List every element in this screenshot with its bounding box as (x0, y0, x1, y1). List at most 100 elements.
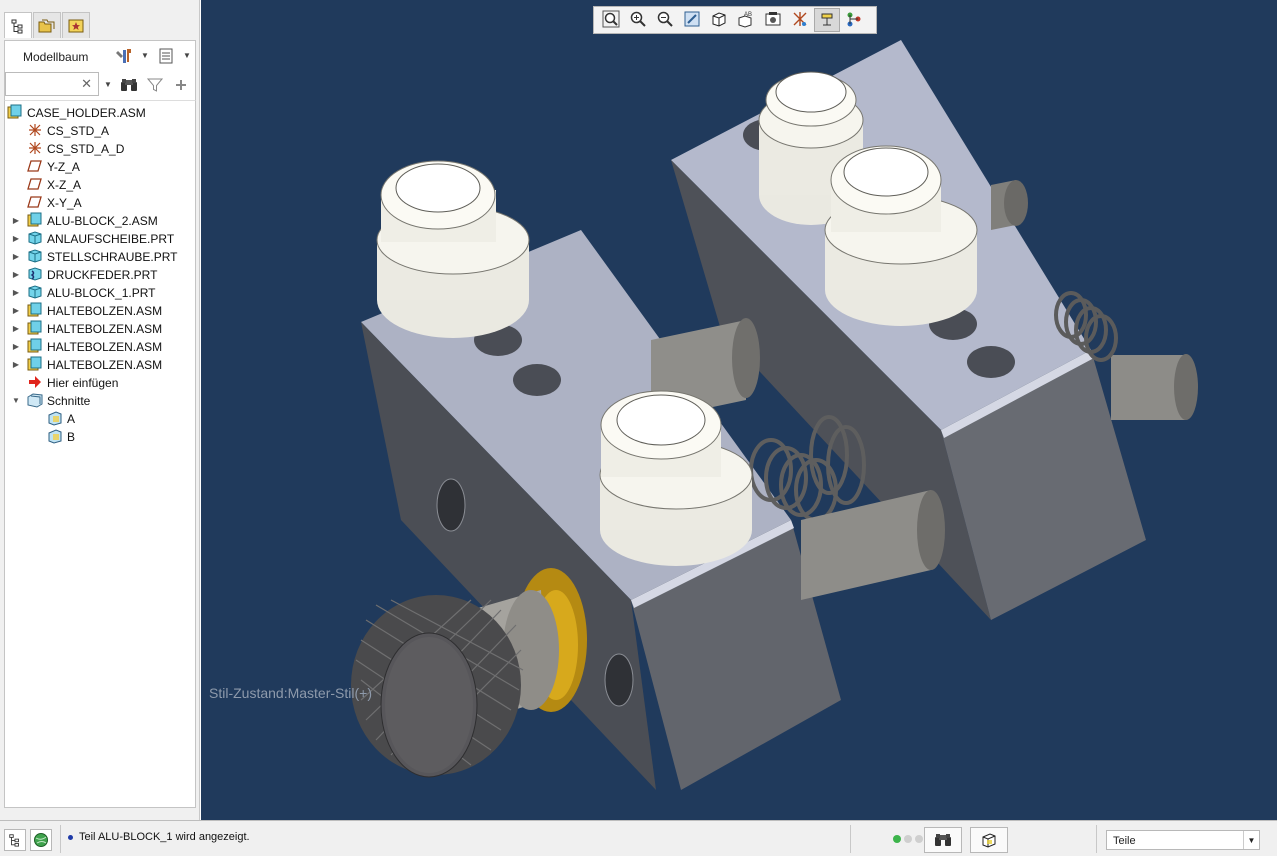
tab-favorites[interactable] (62, 12, 90, 38)
tree-node[interactable]: CASE_HOLDER.ASM (5, 103, 195, 121)
status-separator (60, 825, 61, 853)
tree-node[interactable]: ▶ HALTEBOLZEN.ASM (5, 301, 195, 319)
tree-node-label: HALTEBOLZEN.ASM (47, 304, 163, 318)
assembly-icon (27, 338, 43, 354)
tree-node-label: HALTEBOLZEN.ASM (47, 358, 163, 372)
tree-node-label: CS_STD_A_D (47, 142, 125, 156)
show-button[interactable] (155, 46, 177, 66)
expand-arrow-icon[interactable]: ▶ (11, 233, 21, 243)
tree-node[interactable]: ▶ DRUCKFEDER.PRT (5, 265, 195, 283)
navigator-tabs (4, 12, 91, 40)
graphics-toolbar: AB (593, 6, 877, 34)
tree-node[interactable]: ▼ Schnitte (5, 391, 195, 409)
display-style-button[interactable] (706, 8, 732, 32)
filter-button[interactable] (145, 75, 165, 95)
chevron-down-icon[interactable]: ▼ (104, 80, 112, 89)
assembly-icon (27, 302, 43, 318)
model-tree-icon (9, 834, 19, 847)
expand-arrow-icon[interactable]: ▶ (11, 287, 21, 297)
assembly-icon (27, 320, 43, 336)
settings-button[interactable] (113, 46, 135, 66)
insert-here-arrow-icon (27, 374, 43, 390)
style-state-label: Stil-Zustand:Master-Stil(+) (209, 685, 372, 701)
tree-node[interactable]: CS_STD_A_D (5, 139, 195, 157)
zoom-in-button[interactable] (625, 8, 651, 32)
browser-globe-icon (34, 833, 48, 847)
tree-node-label: Schnitte (47, 394, 91, 408)
expand-arrow-icon[interactable]: ▶ (11, 341, 21, 351)
search-input[interactable]: ✕ (5, 72, 99, 96)
tools-icon (116, 49, 131, 63)
model-tree-panel: Modellbaum ▼ ▼ ✕ ▼ CASE_HOLDER.ASM CS_STD… (0, 0, 200, 820)
tree-node[interactable]: X-Z_A (5, 175, 195, 193)
message-area: Teil ALU-BLOCK_1 wird angezeigt. (68, 831, 250, 843)
tree-node[interactable]: B (5, 427, 195, 445)
datum-plane-icon (27, 176, 43, 192)
tree-node[interactable]: Hier einfügen (5, 373, 195, 391)
add-column-button[interactable] (171, 75, 191, 95)
model-tree: CASE_HOLDER.ASM CS_STD_A CS_STD_A_D Y-Z_A X-… (4, 100, 196, 808)
chevron-down-icon[interactable]: ▼ (1243, 831, 1259, 849)
tree-node[interactable]: A (5, 409, 195, 427)
chevron-down-icon[interactable]: ▼ (183, 51, 191, 60)
status-message: Teil ALU-BLOCK_1 wird angezeigt. (79, 831, 250, 843)
zoom-out-button[interactable] (652, 8, 678, 32)
expand-arrow-icon[interactable]: ▶ (11, 323, 21, 333)
tree-node[interactable]: X-Y_A (5, 193, 195, 211)
find-button[interactable] (119, 75, 139, 95)
tree-node-label: ANLAUFSCHEIBE.PRT (47, 232, 175, 246)
tree-node[interactable]: ▶ HALTEBOLZEN.ASM (5, 337, 195, 355)
collapse-arrow-icon[interactable]: ▼ (11, 395, 21, 405)
tree-node[interactable]: CS_STD_A (5, 121, 195, 139)
expand-arrow-icon[interactable]: ▶ (11, 251, 21, 261)
spin-center-button[interactable] (841, 8, 867, 32)
expand-arrow-icon[interactable]: ▶ (11, 359, 21, 369)
saved-orientations-icon: AB (737, 10, 755, 31)
tree-node[interactable]: ▶ STELLSCHRAUBE.PRT (5, 247, 195, 265)
chevron-down-icon[interactable]: ▼ (141, 51, 149, 60)
tab-model-tree[interactable] (4, 12, 32, 38)
datum-plane-icon (27, 194, 43, 210)
toggle-browser-button[interactable] (30, 829, 52, 851)
tree-node[interactable]: ▶ ALU-BLOCK_1.PRT (5, 283, 195, 301)
zoom-in-icon (629, 10, 647, 31)
expand-arrow-icon[interactable]: ▶ (11, 305, 21, 315)
graphics-window[interactable]: AB Stil-Zustand:Master-Stil(+) (201, 0, 1277, 820)
section-icon (47, 410, 63, 426)
repaint-button[interactable] (679, 8, 705, 32)
tree-node[interactable]: ▶ HALTEBOLZEN.ASM (5, 355, 195, 373)
filter-icon (147, 78, 163, 92)
status-separator (850, 825, 851, 853)
saved-orientations-button[interactable]: AB (733, 8, 759, 32)
binoculars-icon (935, 834, 951, 846)
part-flex-icon (27, 266, 43, 282)
tree-node[interactable]: ▶ ANLAUFSCHEIBE.PRT (5, 229, 195, 247)
section-icon (47, 428, 63, 444)
tree-node[interactable]: ▶ ALU-BLOCK_2.ASM (5, 211, 195, 229)
part-icon (27, 284, 43, 300)
expand-arrow-icon[interactable]: ▶ (11, 215, 21, 225)
clear-icon[interactable]: ✕ (81, 76, 92, 92)
tree-title: Modellbaum (23, 50, 89, 64)
tree-node[interactable]: ▶ HALTEBOLZEN.ASM (5, 319, 195, 337)
refit-button[interactable] (598, 8, 624, 32)
selection-filter-value: Teile (1113, 835, 1136, 847)
tab-folder-browser[interactable] (33, 12, 61, 38)
status-separator (1096, 825, 1097, 853)
datum-plane-icon (27, 158, 43, 174)
assembly-icon (27, 356, 43, 372)
view-manager-button[interactable] (760, 8, 786, 32)
tree-node[interactable]: Y-Z_A (5, 157, 195, 175)
tree-node-label: HALTEBOLZEN.ASM (47, 322, 163, 336)
tree-node-label: STELLSCHRAUBE.PRT (47, 250, 178, 264)
annotation-display-button[interactable] (814, 8, 840, 32)
tree-node-label: ALU-BLOCK_1.PRT (47, 286, 156, 300)
tree-node-label: A (67, 412, 76, 426)
selection-filter-select[interactable]: Teile ▼ (1106, 830, 1260, 850)
find-button[interactable] (924, 827, 962, 853)
expand-arrow-icon[interactable]: ▶ (11, 269, 21, 279)
toggle-navigator-button[interactable] (4, 829, 26, 851)
tree-node-label: DRUCKFEDER.PRT (47, 268, 158, 282)
datum-display-filters-button[interactable] (787, 8, 813, 32)
selection-box-button[interactable] (970, 827, 1008, 853)
